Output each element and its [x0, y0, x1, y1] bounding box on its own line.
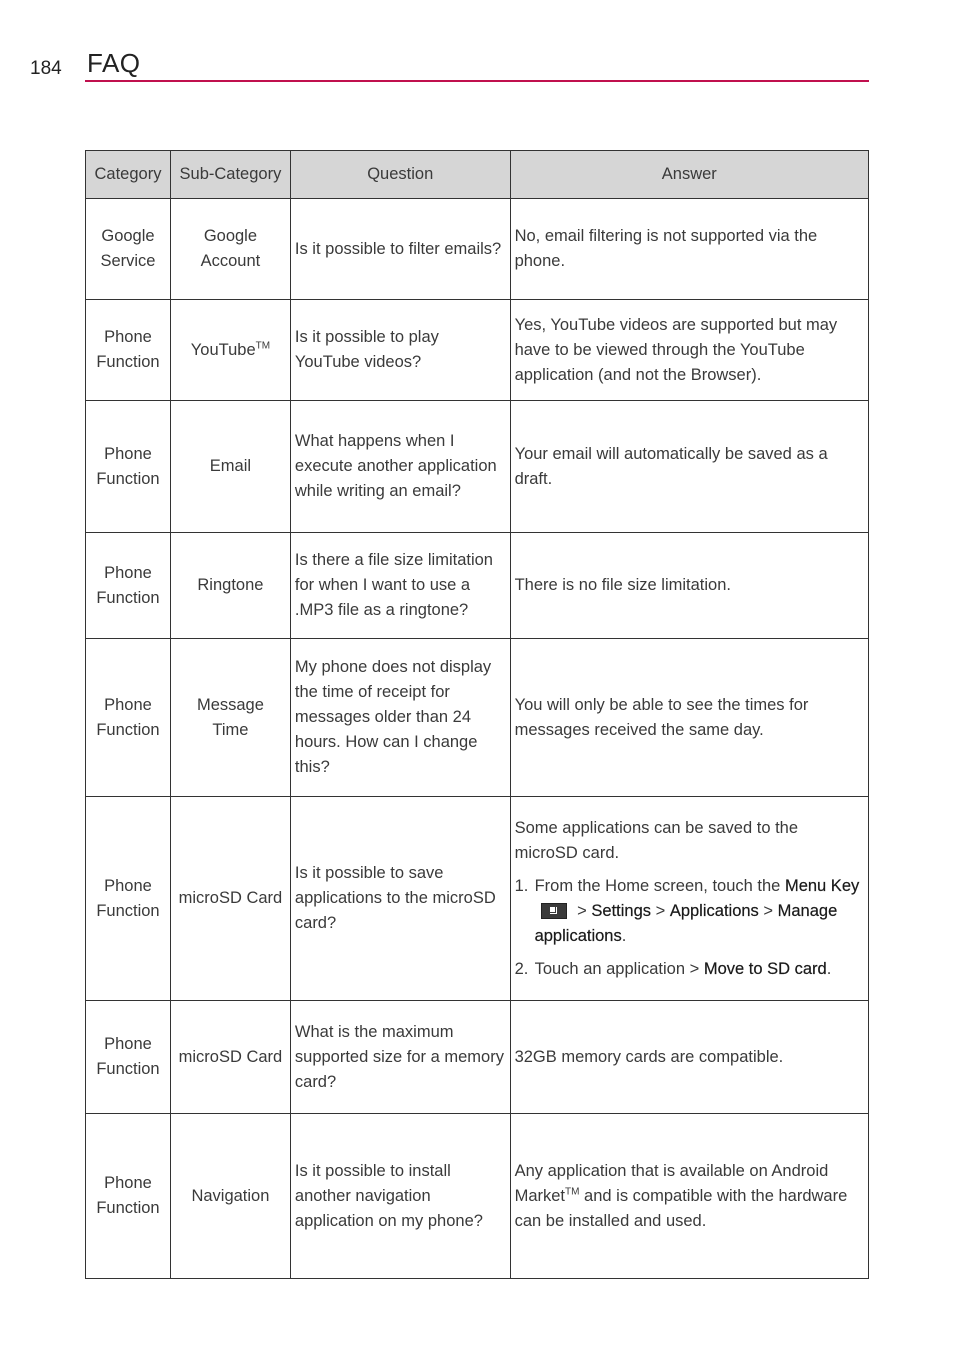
column-header-category: Category — [85, 150, 171, 199]
answer-cell: Your email will automatically be saved a… — [509, 400, 870, 533]
page-title: FAQ — [87, 48, 141, 78]
faq-table: Category Sub-Category Question Answer Go… — [85, 150, 870, 1279]
table-row: Phone Function Email What happens when I … — [85, 400, 870, 533]
title-divider — [85, 80, 869, 82]
table-row: Phone Function YouTubeTM Is it possible t… — [85, 299, 870, 401]
category-cell: Phone Function — [85, 532, 171, 639]
subcategory-cell: Email — [169, 400, 291, 533]
table-header-row: Category Sub-Category Question Answer — [85, 150, 870, 199]
step-number: 1. — [514, 876, 529, 895]
instruction-step: 1. From the Home screen, touch the Menu … — [515, 874, 864, 949]
subcategory-cell: microSD Card — [169, 796, 291, 1001]
trademark-sup: TM — [565, 1186, 580, 1197]
settings-label: Settings — [591, 901, 652, 920]
question-cell: Is there a file size limitation for when… — [289, 532, 511, 639]
trademark-sup: TM — [255, 340, 271, 351]
table-row: Phone Function Message Time My phone does … — [85, 638, 870, 797]
answer-cell: No, email filtering is not supported via… — [509, 198, 870, 300]
subcategory-cell: YouTubeTM — [169, 299, 291, 401]
menu-key-label: Menu Key — [784, 876, 860, 895]
answer-cell: There is no file size limitation. — [509, 532, 870, 639]
column-header-subcategory: Sub-Category — [169, 150, 291, 199]
category-cell: Phone Function — [85, 299, 171, 401]
subcategory-cell: Ringtone — [169, 532, 291, 639]
table-row: Phone Function microSD Card What is the m… — [85, 1000, 870, 1114]
subcategory-cell: Message Time — [169, 638, 291, 797]
step-number: 2. — [514, 959, 529, 978]
answer-intro: Some applications can be saved to the mi… — [514, 818, 799, 862]
applications-label: Applications — [669, 901, 759, 920]
category-cell: Phone Function — [85, 1113, 171, 1279]
table-row: Phone Function Ringtone Is there a file s… — [85, 532, 870, 639]
question-cell: What is the maximum supported size for a… — [289, 1000, 511, 1114]
subcategory-cell: Navigation — [169, 1113, 291, 1279]
subcategory-cell: Google Account — [169, 198, 291, 300]
table-row: Phone Function microSD Card Is it possibl… — [85, 796, 870, 1001]
instruction-step: 2. Touch an application > Move to SD car… — [515, 957, 864, 982]
question-cell: What happens when I execute another appl… — [289, 400, 511, 533]
category-cell: Google Service — [85, 198, 171, 300]
table-row: Phone Function Navigation Is it possible … — [85, 1113, 870, 1279]
question-cell: Is it possible to filter emails? — [289, 198, 511, 300]
menu-key-icon — [540, 903, 567, 920]
category-cell: Phone Function — [85, 638, 171, 797]
question-cell: My phone does not display the time of re… — [289, 638, 511, 797]
answer-cell: 32GB memory cards are compatible. — [509, 1000, 870, 1114]
category-cell: Phone Function — [85, 796, 171, 1001]
category-cell: Phone Function — [85, 1000, 171, 1114]
answer-cell: Some applications can be saved to the mi… — [509, 796, 870, 1001]
column-header-answer: Answer — [509, 150, 870, 199]
answer-cell: Yes, YouTube videos are supported but ma… — [509, 299, 870, 401]
table-row: Google Service Google Account Is it possib… — [85, 198, 870, 300]
answer-cell: You will only be able to see the times f… — [509, 638, 870, 797]
category-cell: Phone Function — [85, 400, 171, 533]
question-cell: Is it possible to save applications to t… — [289, 796, 511, 1001]
subcategory-cell: microSD Card — [169, 1000, 291, 1114]
move-to-sd-card-label: Move to SD card — [703, 959, 827, 978]
question-cell: Is it possible to install another naviga… — [289, 1113, 511, 1279]
answer-cell: Any application that is available on And… — [509, 1113, 870, 1279]
column-header-question: Question — [289, 150, 511, 199]
question-cell: Is it possible to play YouTube videos? — [289, 299, 511, 401]
page-number: 184 — [30, 58, 62, 79]
